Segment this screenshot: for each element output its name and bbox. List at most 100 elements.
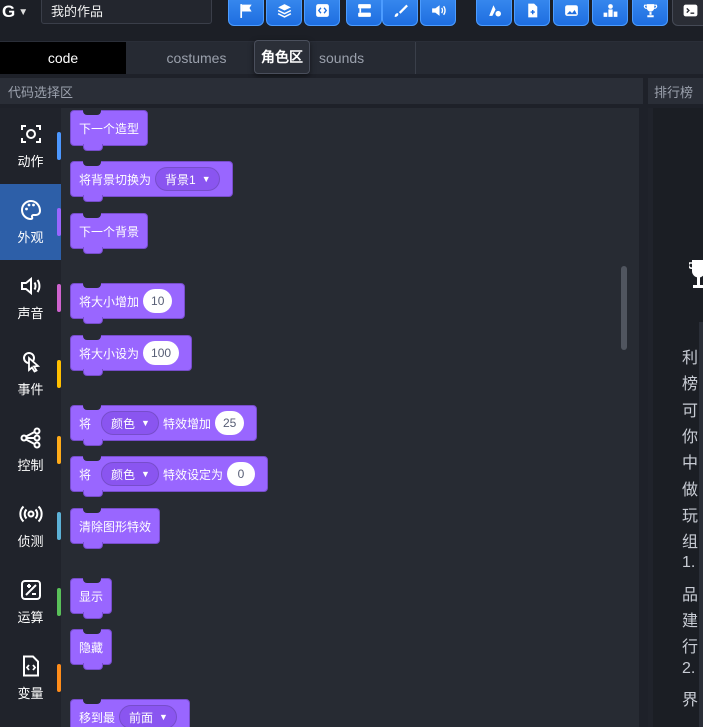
category-control[interactable]: 控制 (0, 412, 61, 488)
brush-button[interactable] (382, 0, 418, 26)
leaderboard-text-line: 玩 (682, 507, 699, 525)
block-show[interactable]: 显示 (70, 578, 113, 619)
effect-change-input[interactable]: 25 (214, 411, 245, 435)
tabs-spacer (416, 42, 703, 74)
top-toolbar: G ▼ 我的作品 (0, 0, 703, 42)
block-change-effect[interactable]: 将 颜色 ▼ 特效增加 25 (70, 405, 258, 446)
category-label: 变量 (17, 686, 44, 701)
palette-scrollbar[interactable] (621, 266, 627, 350)
tab-code[interactable]: code (0, 42, 126, 74)
category-sensing[interactable]: 侦测 (0, 488, 61, 564)
block-next-backdrop[interactable]: 下一个背景 (70, 213, 149, 254)
dropdown-value: 前面 (129, 710, 154, 725)
flowchart-button[interactable] (346, 0, 382, 26)
category-label: 外观 (17, 230, 44, 245)
code-button[interactable] (304, 0, 340, 26)
category-label: 控制 (17, 458, 44, 473)
sprite-area-tooltip: 角色区 (254, 40, 310, 74)
category-label: 动作 (17, 154, 44, 169)
block-label: 特效增加 (162, 416, 211, 431)
dropdown-value: 背景1 (165, 172, 196, 187)
leaderboard-text-line: 1. (682, 554, 696, 572)
block-hide[interactable]: 隐藏 (70, 629, 113, 670)
leaderboard-text-line: 做 (682, 481, 699, 499)
branch-icon (20, 427, 40, 449)
file-plus-button[interactable] (514, 0, 550, 26)
block-label: 将背景切换为 (79, 172, 152, 187)
category-sound[interactable]: 声音 (0, 260, 61, 336)
category-sidebar: 动作 外观 声音 事件 控制 侦测 运算 变量 (0, 108, 61, 727)
layers-button[interactable] (266, 0, 302, 26)
block-label: 清除图形特效 (79, 519, 152, 534)
people-icon (603, 3, 617, 17)
category-operators[interactable]: 运算 (0, 564, 61, 640)
editor-tabs: code costumes sounds (0, 42, 703, 74)
flag-button[interactable] (228, 0, 264, 26)
leaderboard-text-line: 中 (682, 455, 699, 473)
leaderboard-text-line: 可 (682, 402, 699, 420)
block-palette: 下一个造型 将背景切换为 背景1 ▼ 下一个背景 将大小增加 10 将大小设为 1… (61, 108, 639, 727)
leaderboard-text-line: 组 (682, 534, 699, 552)
logo-text: G (2, 2, 16, 21)
size-change-input[interactable]: 10 (143, 289, 173, 313)
people-button[interactable] (592, 0, 628, 26)
image-icon (564, 4, 578, 16)
block-set-size[interactable]: 将大小设为 100 (70, 335, 193, 376)
variables-icon (22, 655, 39, 677)
block-label: 显示 (79, 589, 104, 604)
block-switch-backdrop[interactable]: 将背景切换为 背景1 ▼ (70, 161, 233, 202)
shapes-button[interactable] (476, 0, 512, 26)
volume-button[interactable] (420, 0, 456, 26)
category-motion[interactable]: 动作 (0, 108, 61, 184)
category-label: 声音 (17, 306, 44, 321)
trophy-button[interactable] (632, 0, 668, 26)
backdrop-dropdown[interactable]: 背景1 ▼ (155, 167, 220, 191)
category-events[interactable]: 事件 (0, 336, 61, 412)
speaker-icon (20, 276, 40, 296)
brush-icon (394, 4, 408, 17)
sensing-icon (18, 505, 43, 523)
leaderboard-text-line: 品 (682, 586, 699, 604)
caret-down-icon: ▼ (201, 174, 211, 184)
palette-icon (20, 199, 41, 221)
file-plus-icon (527, 3, 537, 17)
shapes-icon (488, 4, 501, 16)
block-go-to-layer[interactable]: 移到最 前面 ▼ (70, 699, 190, 727)
block-label: 移到最 (79, 710, 116, 725)
leaderboard-text-line: 你 (682, 428, 699, 446)
dropdown-value: 颜色 (111, 416, 136, 431)
trophy-icon (643, 3, 657, 17)
logo-menu[interactable]: G ▼ (2, 0, 38, 24)
layers-icon (277, 3, 291, 18)
leaderboard-text-line: 榜 (682, 376, 699, 394)
block-label: 将大小增加 (79, 294, 140, 309)
code-picker-header: 代码选择区 (0, 78, 643, 104)
block-label: 将 (79, 467, 92, 482)
category-looks[interactable]: 外观 (0, 184, 61, 260)
block-label: 隐藏 (79, 640, 104, 655)
size-set-input[interactable]: 100 (143, 341, 180, 365)
block-clear-effects[interactable]: 清除图形特效 (70, 508, 161, 549)
caret-down-icon: ▼ (141, 469, 150, 479)
block-change-size[interactable]: 将大小增加 10 (70, 283, 186, 324)
terminal-button[interactable] (672, 0, 703, 26)
image-button[interactable] (553, 0, 589, 26)
leaderboard-header: 排行榜 (648, 78, 703, 104)
block-next-costume[interactable]: 下一个造型 (70, 110, 149, 151)
leaderboard-text-line: 2. (682, 659, 696, 677)
effect-dropdown[interactable]: 颜色 ▼ (101, 411, 159, 435)
leaderboard-text-line: 界 (682, 691, 699, 709)
block-set-effect[interactable]: 将 颜色 ▼ 特效设定为 0 (70, 456, 268, 497)
block-label: 特效设定为 (162, 467, 223, 482)
leaderboard-text-line: 建 (682, 613, 699, 630)
effect-dropdown[interactable]: 颜色 ▼ (101, 462, 159, 486)
leaderboard-text-line: 行 (682, 639, 699, 657)
effect-set-input[interactable]: 0 (226, 462, 255, 486)
tab-costumes[interactable]: costumes (126, 42, 268, 74)
code-icon (315, 3, 329, 17)
chevron-down-icon: ▼ (18, 6, 29, 18)
category-variables[interactable]: 变量 (0, 640, 61, 716)
layer-dropdown[interactable]: 前面 ▼ (119, 705, 177, 727)
block-label: 将 (79, 416, 92, 431)
project-title-input[interactable]: 我的作品 (41, 0, 212, 24)
